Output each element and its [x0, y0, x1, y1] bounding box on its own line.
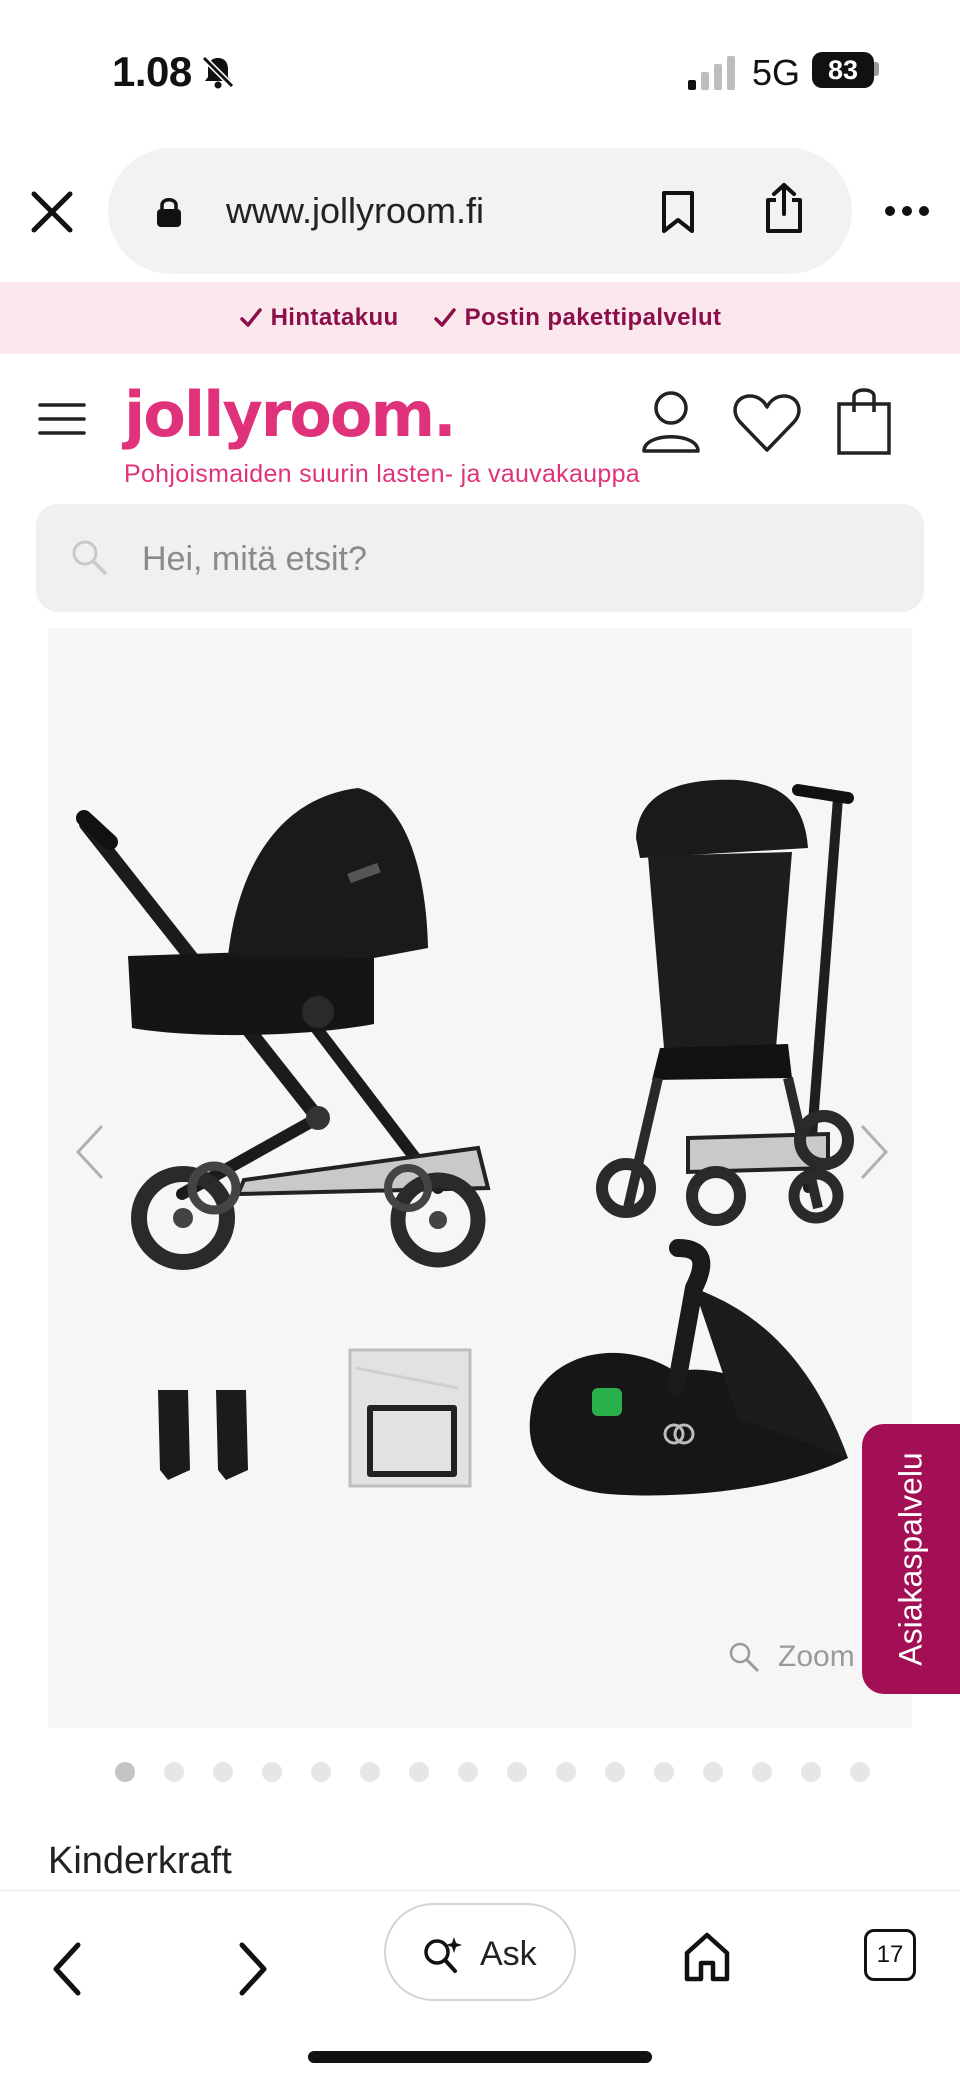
url-text[interactable]: www.jollyroom.fi	[226, 190, 484, 232]
gallery-dot[interactable]	[213, 1762, 233, 1782]
status-time: 1.08	[112, 48, 192, 95]
check-icon	[433, 308, 456, 327]
gallery-previous-arrow-icon[interactable]	[70, 1122, 110, 1182]
bookmark-icon[interactable]	[658, 190, 698, 234]
product-image[interactable]	[48, 628, 912, 1728]
tabs-count-button[interactable]: 17	[864, 1929, 916, 1981]
forward-icon[interactable]	[232, 1939, 272, 1999]
gallery-dot[interactable]	[654, 1762, 674, 1782]
more-icon[interactable]	[884, 204, 930, 218]
zoom-icon	[729, 1642, 759, 1672]
gallery-dot[interactable]	[262, 1762, 282, 1782]
gallery-dot[interactable]	[458, 1762, 478, 1782]
heart-icon[interactable]	[732, 392, 802, 454]
zoom-label: Zoom	[778, 1640, 855, 1673]
menu-icon[interactable]	[38, 402, 86, 436]
lock-icon	[157, 198, 181, 227]
promo-item-price-guarantee: Hintatakuu	[239, 304, 399, 332]
product-gallery[interactable]: Zoom	[48, 628, 912, 1728]
zoom-button[interactable]: Zoom	[728, 1640, 855, 1674]
gallery-next-arrow-icon[interactable]	[854, 1122, 894, 1182]
search-input[interactable]: Hei, mitä etsit?	[36, 504, 924, 612]
gallery-dot[interactable]	[556, 1762, 576, 1782]
gallery-dot[interactable]	[801, 1762, 821, 1782]
share-icon[interactable]	[762, 182, 806, 234]
ask-label: Ask	[480, 1935, 537, 1973]
gallery-dot[interactable]	[164, 1762, 184, 1782]
gallery-dot[interactable]	[507, 1762, 527, 1782]
address-bar[interactable]: www.jollyroom.fi	[108, 148, 852, 274]
gallery-dot[interactable]	[311, 1762, 331, 1782]
gallery-dot[interactable]	[850, 1762, 870, 1782]
browser-url-row: www.jollyroom.fi	[0, 148, 960, 274]
home-icon[interactable]	[682, 1931, 732, 1983]
gallery-dot[interactable]	[703, 1762, 723, 1782]
signal-icon	[688, 56, 735, 90]
search-icon	[72, 540, 107, 575]
customer-service-tab[interactable]: Asiakaspalvelu	[862, 1424, 960, 1694]
gallery-dot[interactable]	[360, 1762, 380, 1782]
gallery-dot[interactable]	[409, 1762, 429, 1782]
promo-label: Postin pakettipalvelut	[464, 304, 722, 331]
ask-search-sparkle-icon	[424, 1937, 462, 1973]
site-logo[interactable]: jollyroom.	[124, 378, 457, 451]
account-icon[interactable]	[640, 388, 702, 454]
gallery-dot[interactable]	[752, 1762, 772, 1782]
cart-icon[interactable]	[836, 386, 892, 456]
ask-button[interactable]: Ask	[384, 1903, 576, 2001]
status-bar: 1.08 5G 83	[0, 0, 960, 140]
bell-muted-icon	[201, 55, 235, 89]
network-label: 5G	[752, 52, 801, 93]
battery-indicator: 83	[812, 52, 874, 88]
customer-service-label: Asiakaspalvelu	[892, 1452, 929, 1666]
site-tagline: Pohjoismaiden suurin lasten- ja vauvakau…	[124, 460, 640, 488]
check-icon	[239, 308, 262, 327]
promo-bar: Hintatakuu Postin pakettipalvelut	[0, 282, 960, 354]
promo-item-parcel-service: Postin pakettipalvelut	[433, 304, 722, 332]
back-icon[interactable]	[48, 1939, 88, 1999]
gallery-dot[interactable]	[605, 1762, 625, 1782]
search-placeholder: Hei, mitä etsit?	[142, 540, 367, 578]
home-indicator	[308, 2051, 652, 2063]
product-brand[interactable]: Kinderkraft	[48, 1840, 232, 1883]
close-icon[interactable]	[28, 188, 76, 236]
promo-label: Hintatakuu	[270, 304, 399, 331]
browser-toolbar: Ask 17	[0, 1890, 960, 2081]
gallery-pagination	[0, 1762, 960, 1786]
gallery-dot[interactable]	[115, 1762, 135, 1782]
battery-cap	[874, 62, 879, 76]
